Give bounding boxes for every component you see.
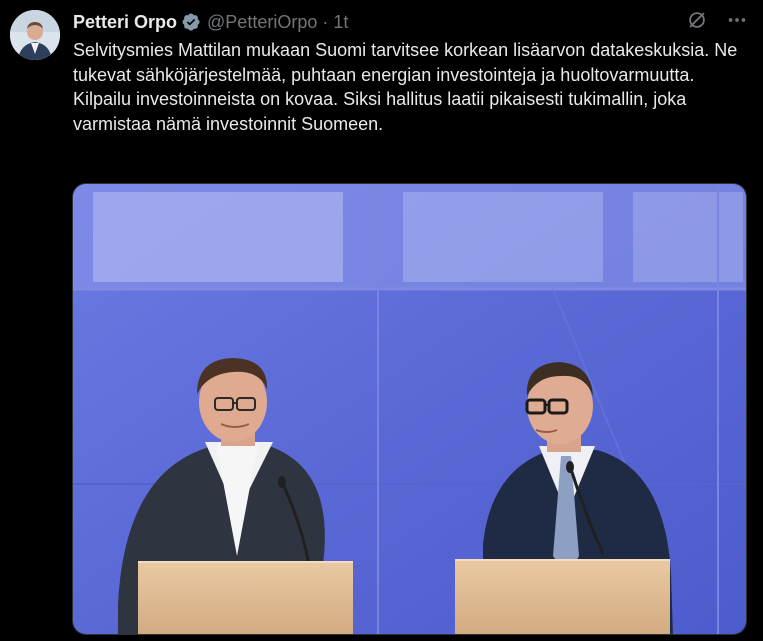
tweet-actions <box>685 8 749 32</box>
grok-icon[interactable] <box>685 8 709 32</box>
press-conference-photo <box>73 184 746 634</box>
tweet-header: Petteri Orpo @PetteriOrpo · 1t <box>73 9 348 35</box>
author-avatar[interactable] <box>10 10 60 60</box>
header-separator: · <box>322 11 329 32</box>
author-display-name[interactable]: Petteri Orpo <box>73 12 177 33</box>
left-podium <box>138 562 353 634</box>
avatar-image <box>10 10 60 60</box>
tweet-text: Selvitysmies Mattilan mukaan Suomi tarvi… <box>73 40 738 134</box>
right-podium <box>455 560 670 634</box>
verified-badge-icon <box>181 12 201 32</box>
tweet-card: Petteri Orpo @PetteriOrpo · 1t Selvitysm <box>0 0 763 641</box>
tweet-timestamp[interactable]: 1t <box>333 12 348 33</box>
more-options-icon[interactable] <box>725 8 749 32</box>
author-handle[interactable]: @PetteriOrpo <box>207 12 317 33</box>
tweet-photo[interactable] <box>72 183 747 635</box>
